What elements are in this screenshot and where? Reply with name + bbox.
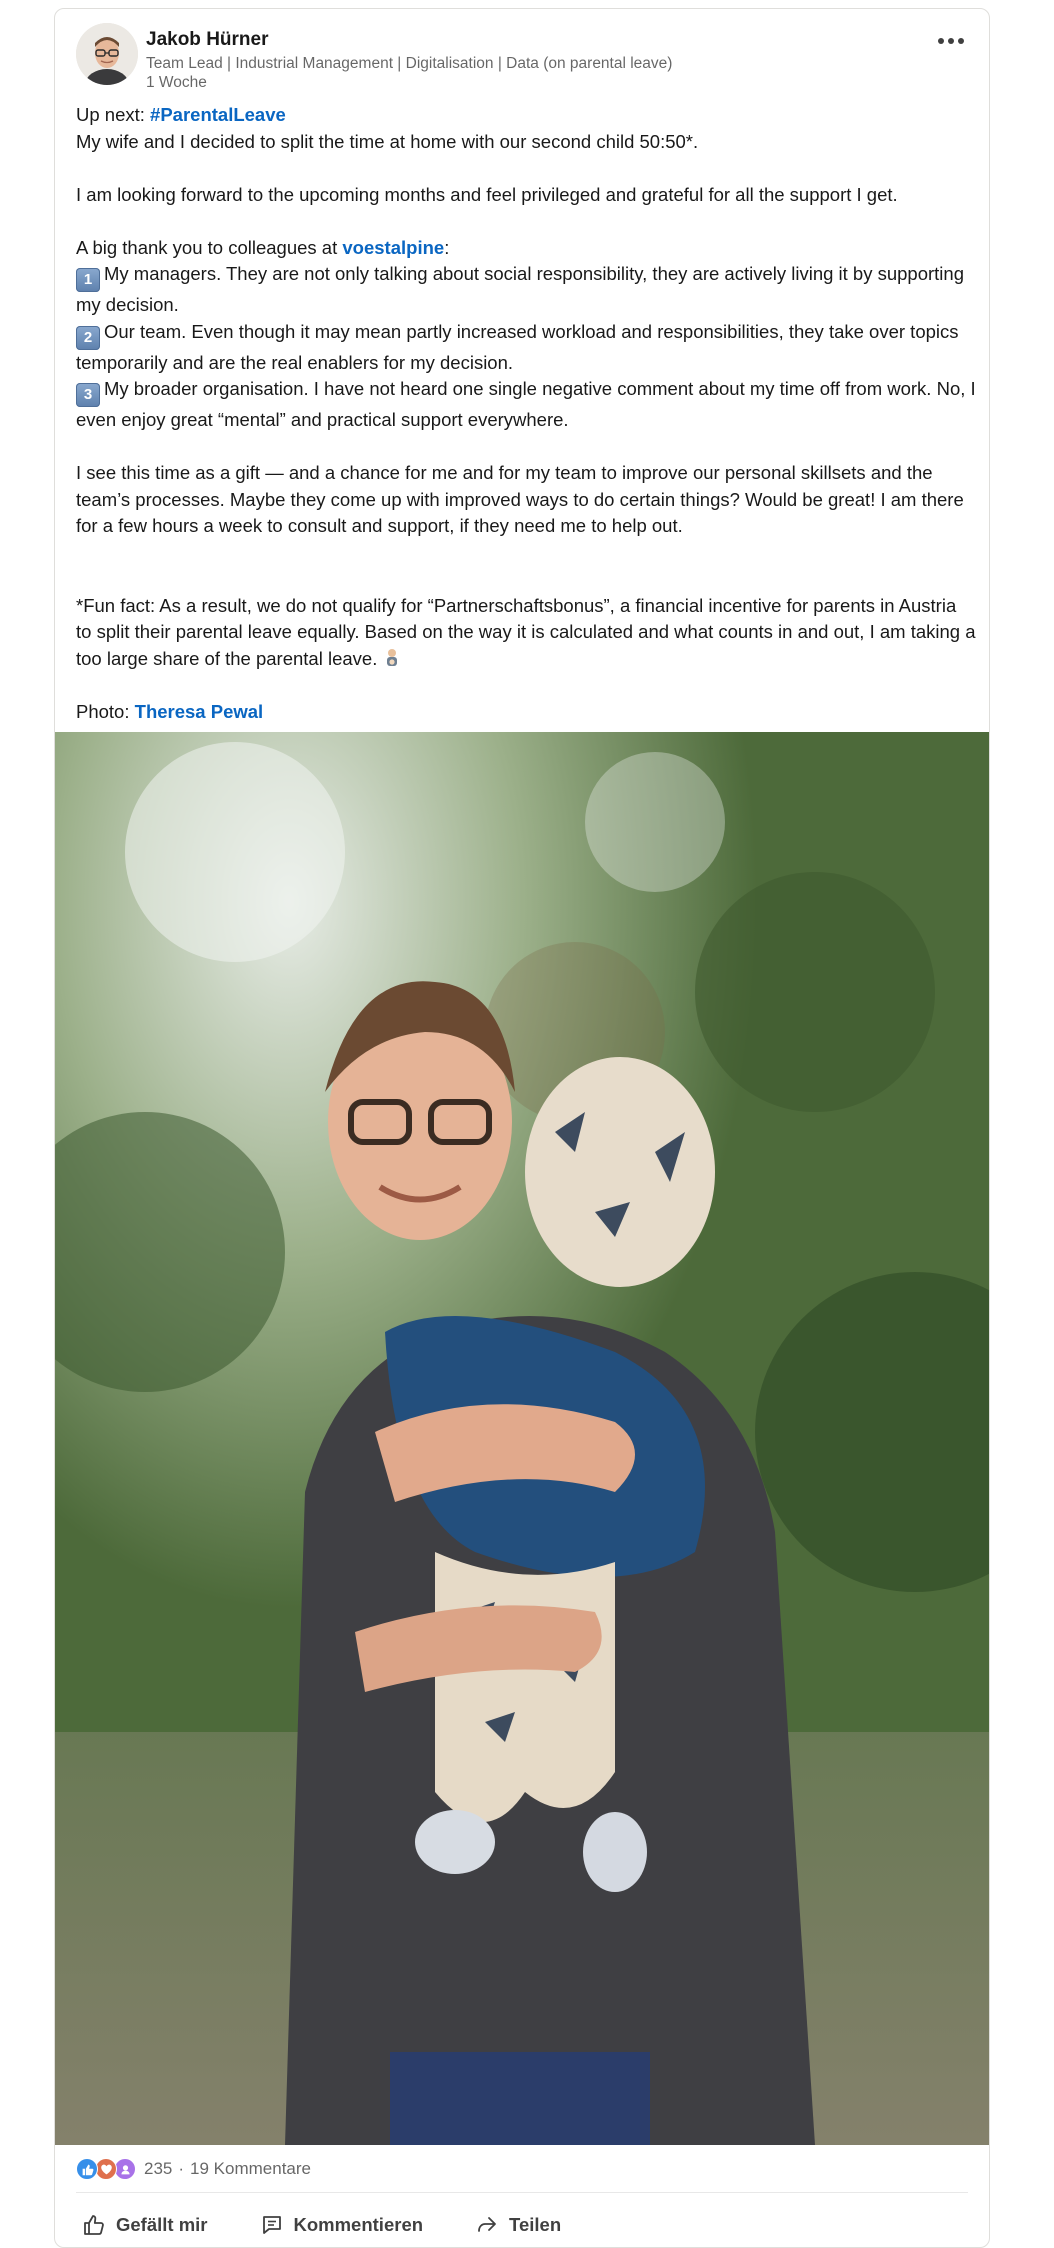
- comment-button[interactable]: Kommentieren: [254, 2209, 430, 2241]
- post-text: Up next: #ParentalLeave My wife and I de…: [76, 102, 976, 725]
- comment-count[interactable]: 19 Kommentare: [190, 2159, 311, 2179]
- author-info: Jakob Hürner Team Lead | Industrial Mana…: [146, 28, 672, 92]
- baby-emoji-icon: [387, 648, 398, 666]
- photographer-link[interactable]: Theresa Pewal: [135, 701, 264, 722]
- share-button-label: Teilen: [509, 2214, 562, 2235]
- post-card: Jakob Hürner Team Lead | Industrial Mana…: [54, 8, 990, 2248]
- post-line-split: My wife and I decided to split the time …: [76, 130, 699, 152]
- list-item: 2 Our team. Even though it may mean partl…: [76, 319, 976, 377]
- post-line-grateful: I am looking forward to the upcoming mon…: [76, 183, 898, 205]
- avatar-portrait-image: [76, 23, 138, 85]
- post-actions: Gefällt mir Kommentieren Teilen: [76, 2202, 567, 2247]
- social-counts: 235 · 19 Kommentare: [76, 2157, 311, 2181]
- thanks-prefix: A big thank you to colleagues at: [76, 236, 343, 258]
- post-paragraph-gift: I see this time as a gift — and a chance…: [76, 462, 964, 536]
- share-button[interactable]: Teilen: [469, 2209, 567, 2241]
- like-button[interactable]: Gefällt mir: [76, 2209, 214, 2241]
- comment-bubble-icon: [262, 2216, 281, 2234]
- count-separator: ·: [178, 2159, 185, 2178]
- like-button-label: Gefällt mir: [116, 2214, 208, 2235]
- share-arrow-icon: [478, 2217, 496, 2232]
- photo-credit: Photo: Theresa Pewal: [76, 699, 976, 726]
- post-line-intro: Up next: #ParentalLeave: [76, 102, 976, 129]
- list-item: 1 My managers. They are not only talking …: [76, 261, 976, 319]
- comment-button-label: Kommentieren: [293, 2214, 424, 2235]
- support-icon: [114, 2158, 136, 2180]
- keycap-2-icon: 2: [76, 325, 100, 350]
- photo-credit-prefix: Photo:: [76, 700, 135, 722]
- father-holding-baby-image: [55, 732, 989, 2145]
- more-dot-icon: [938, 38, 944, 44]
- more-options-button[interactable]: [933, 31, 969, 51]
- list-item-text: Our team. Even though it may mean partly…: [76, 320, 959, 373]
- intro-prefix: Up next:: [76, 104, 151, 125]
- author-name[interactable]: Jakob Hürner: [146, 28, 672, 52]
- post-photo[interactable]: [55, 732, 989, 2145]
- like-icon: [76, 2158, 98, 2180]
- more-dot-icon: [958, 38, 964, 44]
- list-item-text: My broader organisation. I have not hear…: [76, 378, 976, 430]
- keycap-3-icon: 3: [76, 383, 100, 407]
- love-icon: [95, 2158, 117, 2180]
- more-dot-icon: [948, 38, 954, 44]
- post-line-thanks: A big thank you to colleagues at voestal…: [76, 235, 976, 262]
- keycap-1-icon: 1: [76, 268, 100, 292]
- hashtag-link[interactable]: #ParentalLeave: [150, 104, 286, 125]
- post-paragraph-fun-fact: *Fun fact: As a result, we do not qualif…: [76, 593, 976, 673]
- reaction-icons[interactable]: [76, 2158, 140, 2180]
- list-item-text: My managers. They are not only talking a…: [76, 263, 964, 315]
- author-headline: Team Lead | Industrial Management | Digi…: [146, 55, 673, 72]
- author-avatar[interactable]: [76, 23, 138, 85]
- post-header: Jakob Hürner Team Lead | Industrial Mana…: [76, 23, 975, 93]
- reaction-count[interactable]: 235: [144, 2159, 172, 2179]
- actions-divider: [76, 2192, 968, 2193]
- list-item: 3 My broader organisation. I have not hea…: [76, 376, 976, 434]
- thumbs-up-icon: [84, 2215, 104, 2235]
- company-mention-link[interactable]: voestalpine: [342, 237, 444, 258]
- post-timestamp: 1 Woche: [146, 74, 207, 91]
- fun-fact-text: *Fun fact: As a result, we do not qualif…: [76, 594, 976, 669]
- thanks-suffix: :: [444, 236, 450, 258]
